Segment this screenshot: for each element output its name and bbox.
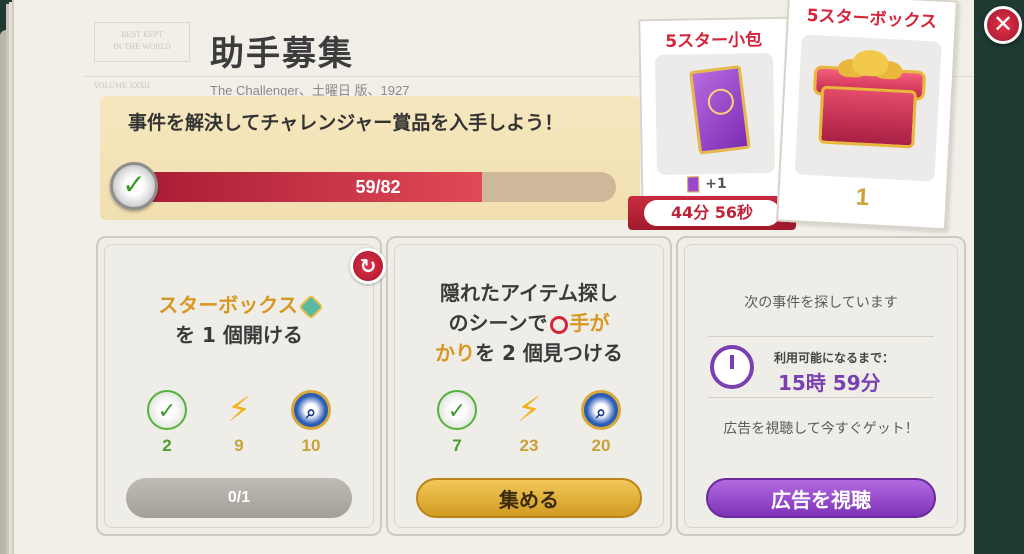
task-card-1: スターボックス を 1 個開ける ✓ 2 ⚡ 9 ⌕ 10 0/1 ↻ (96, 236, 386, 536)
ad-text: 広告を視聴して今すぐゲット！ (723, 421, 919, 437)
reward-big-title: 5スターボックス (806, 5, 938, 33)
masthead-logo-line1: BEST KEPT (121, 31, 163, 39)
reward-card-big[interactable]: 5スターボックス 1 (776, 0, 958, 231)
reward-item: ✓ 2 (142, 390, 192, 470)
banner-text: 事件を解決してチャレンジャー賞品を入手しよう！ (128, 112, 564, 134)
reward-item: ⚡ 23 (504, 390, 554, 470)
reward-value: 23 (519, 436, 539, 455)
masthead-logo-line2: IN THE WORLD (113, 43, 171, 51)
task2-line3a: かり (435, 341, 476, 365)
gift-bow-icon (851, 49, 890, 78)
reward-timer: 44分 56秒 (644, 200, 780, 226)
chest-body (818, 85, 918, 149)
task2-line3b: を 2 個見つける (475, 341, 623, 365)
task-card-2: 隠れたアイテム探し のシーンで 手が かりを 2 個見つける ✓ 7 ⚡ 23 ⌕… (386, 236, 672, 536)
availability-label: 利用可能になるまで： (774, 351, 895, 365)
task1-description: スターボックス を 1 個開ける (108, 290, 370, 350)
challenge-banner: 事件を解決してチャレンジャー賞品を入手しよう！ 59/82 ✓ (100, 96, 640, 220)
watch-ad-button[interactable]: 広告を視聴 (706, 478, 936, 518)
reward-value: 2 (162, 436, 172, 455)
magnifier-coin-icon: ⌕ (581, 390, 621, 430)
task2-line1: 隠れたアイテム探し (440, 281, 618, 305)
reward-value: 9 (234, 436, 244, 455)
masthead-logo: BEST KEPT IN THE WORLD (94, 22, 190, 62)
magnifier-icon (549, 315, 568, 334)
card-pack-mini-icon (687, 176, 700, 193)
stopwatch-icon (710, 345, 754, 389)
reward-value: 10 (301, 436, 321, 455)
task1-progress-button[interactable]: 0/1 (126, 478, 352, 518)
reward-item: ⌕ 20 (576, 390, 626, 470)
task1-rewards: ✓ 2 ⚡ 9 ⌕ 10 (118, 390, 360, 470)
lightning-icon: ⚡ (517, 390, 541, 430)
task2-line2b: 手が (569, 311, 610, 335)
check-badge-icon: ✓ (437, 390, 477, 430)
refresh-button[interactable]: ↻ (350, 248, 386, 284)
close-icon: ✕ (992, 10, 1014, 38)
reward-small-plus-value: +1 (705, 175, 727, 193)
task2-rewards: ✓ 7 ⚡ 23 ⌕ 20 (408, 390, 650, 470)
card-pack-icon (688, 65, 751, 155)
reward-card-small[interactable]: 5スター小包 +1 (638, 16, 792, 218)
reward-item: ⌕ 10 (286, 390, 336, 470)
page-title: 助手募集 (210, 34, 354, 74)
chest-image (794, 34, 942, 182)
progress-bar: 59/82 (140, 172, 616, 202)
reward-small-plus: +1 (687, 176, 727, 193)
magnifier-coin-icon: ⌕ (291, 390, 331, 430)
star-box-icon (297, 293, 324, 320)
searching-text: 次の事件を探しています (744, 295, 898, 311)
reward-item: ⚡ 9 (214, 390, 264, 470)
reward-value: 7 (452, 436, 462, 455)
refresh-icon: ↻ (359, 254, 377, 278)
check-badge-icon: ✓ (147, 390, 187, 430)
masthead-sub: VOLUME XXXII (94, 82, 150, 90)
task2-description: 隠れたアイテム探し のシーンで 手が かりを 2 個見つける (398, 278, 660, 368)
pack-image (654, 52, 775, 176)
reward-item: ✓ 7 (432, 390, 482, 470)
check-badge-icon: ✓ (110, 162, 158, 210)
progress-label: 59/82 (355, 177, 401, 197)
availability-box: 利用可能になるまで： 15時 59分 (708, 336, 934, 398)
close-button[interactable]: ✕ (984, 6, 1022, 44)
task1-line1: スターボックス (158, 293, 298, 317)
task2-line2a: のシーンで (448, 311, 548, 335)
timer-ribbon: 44分 56秒 (628, 196, 796, 230)
reward-small-title: 5スター小包 (665, 30, 763, 52)
reward-big-count: 1 (855, 183, 870, 212)
collect-button[interactable]: 集める (416, 478, 642, 518)
task1-line2: を 1 個開ける (175, 323, 303, 347)
task-card-3: 次の事件を探しています 利用可能になるまで： 15時 59分 広告を視聴して今す… (676, 236, 966, 536)
reward-value: 20 (591, 436, 611, 455)
lightning-icon: ⚡ (227, 390, 251, 430)
availability-time: 15時 59分 (778, 371, 881, 395)
